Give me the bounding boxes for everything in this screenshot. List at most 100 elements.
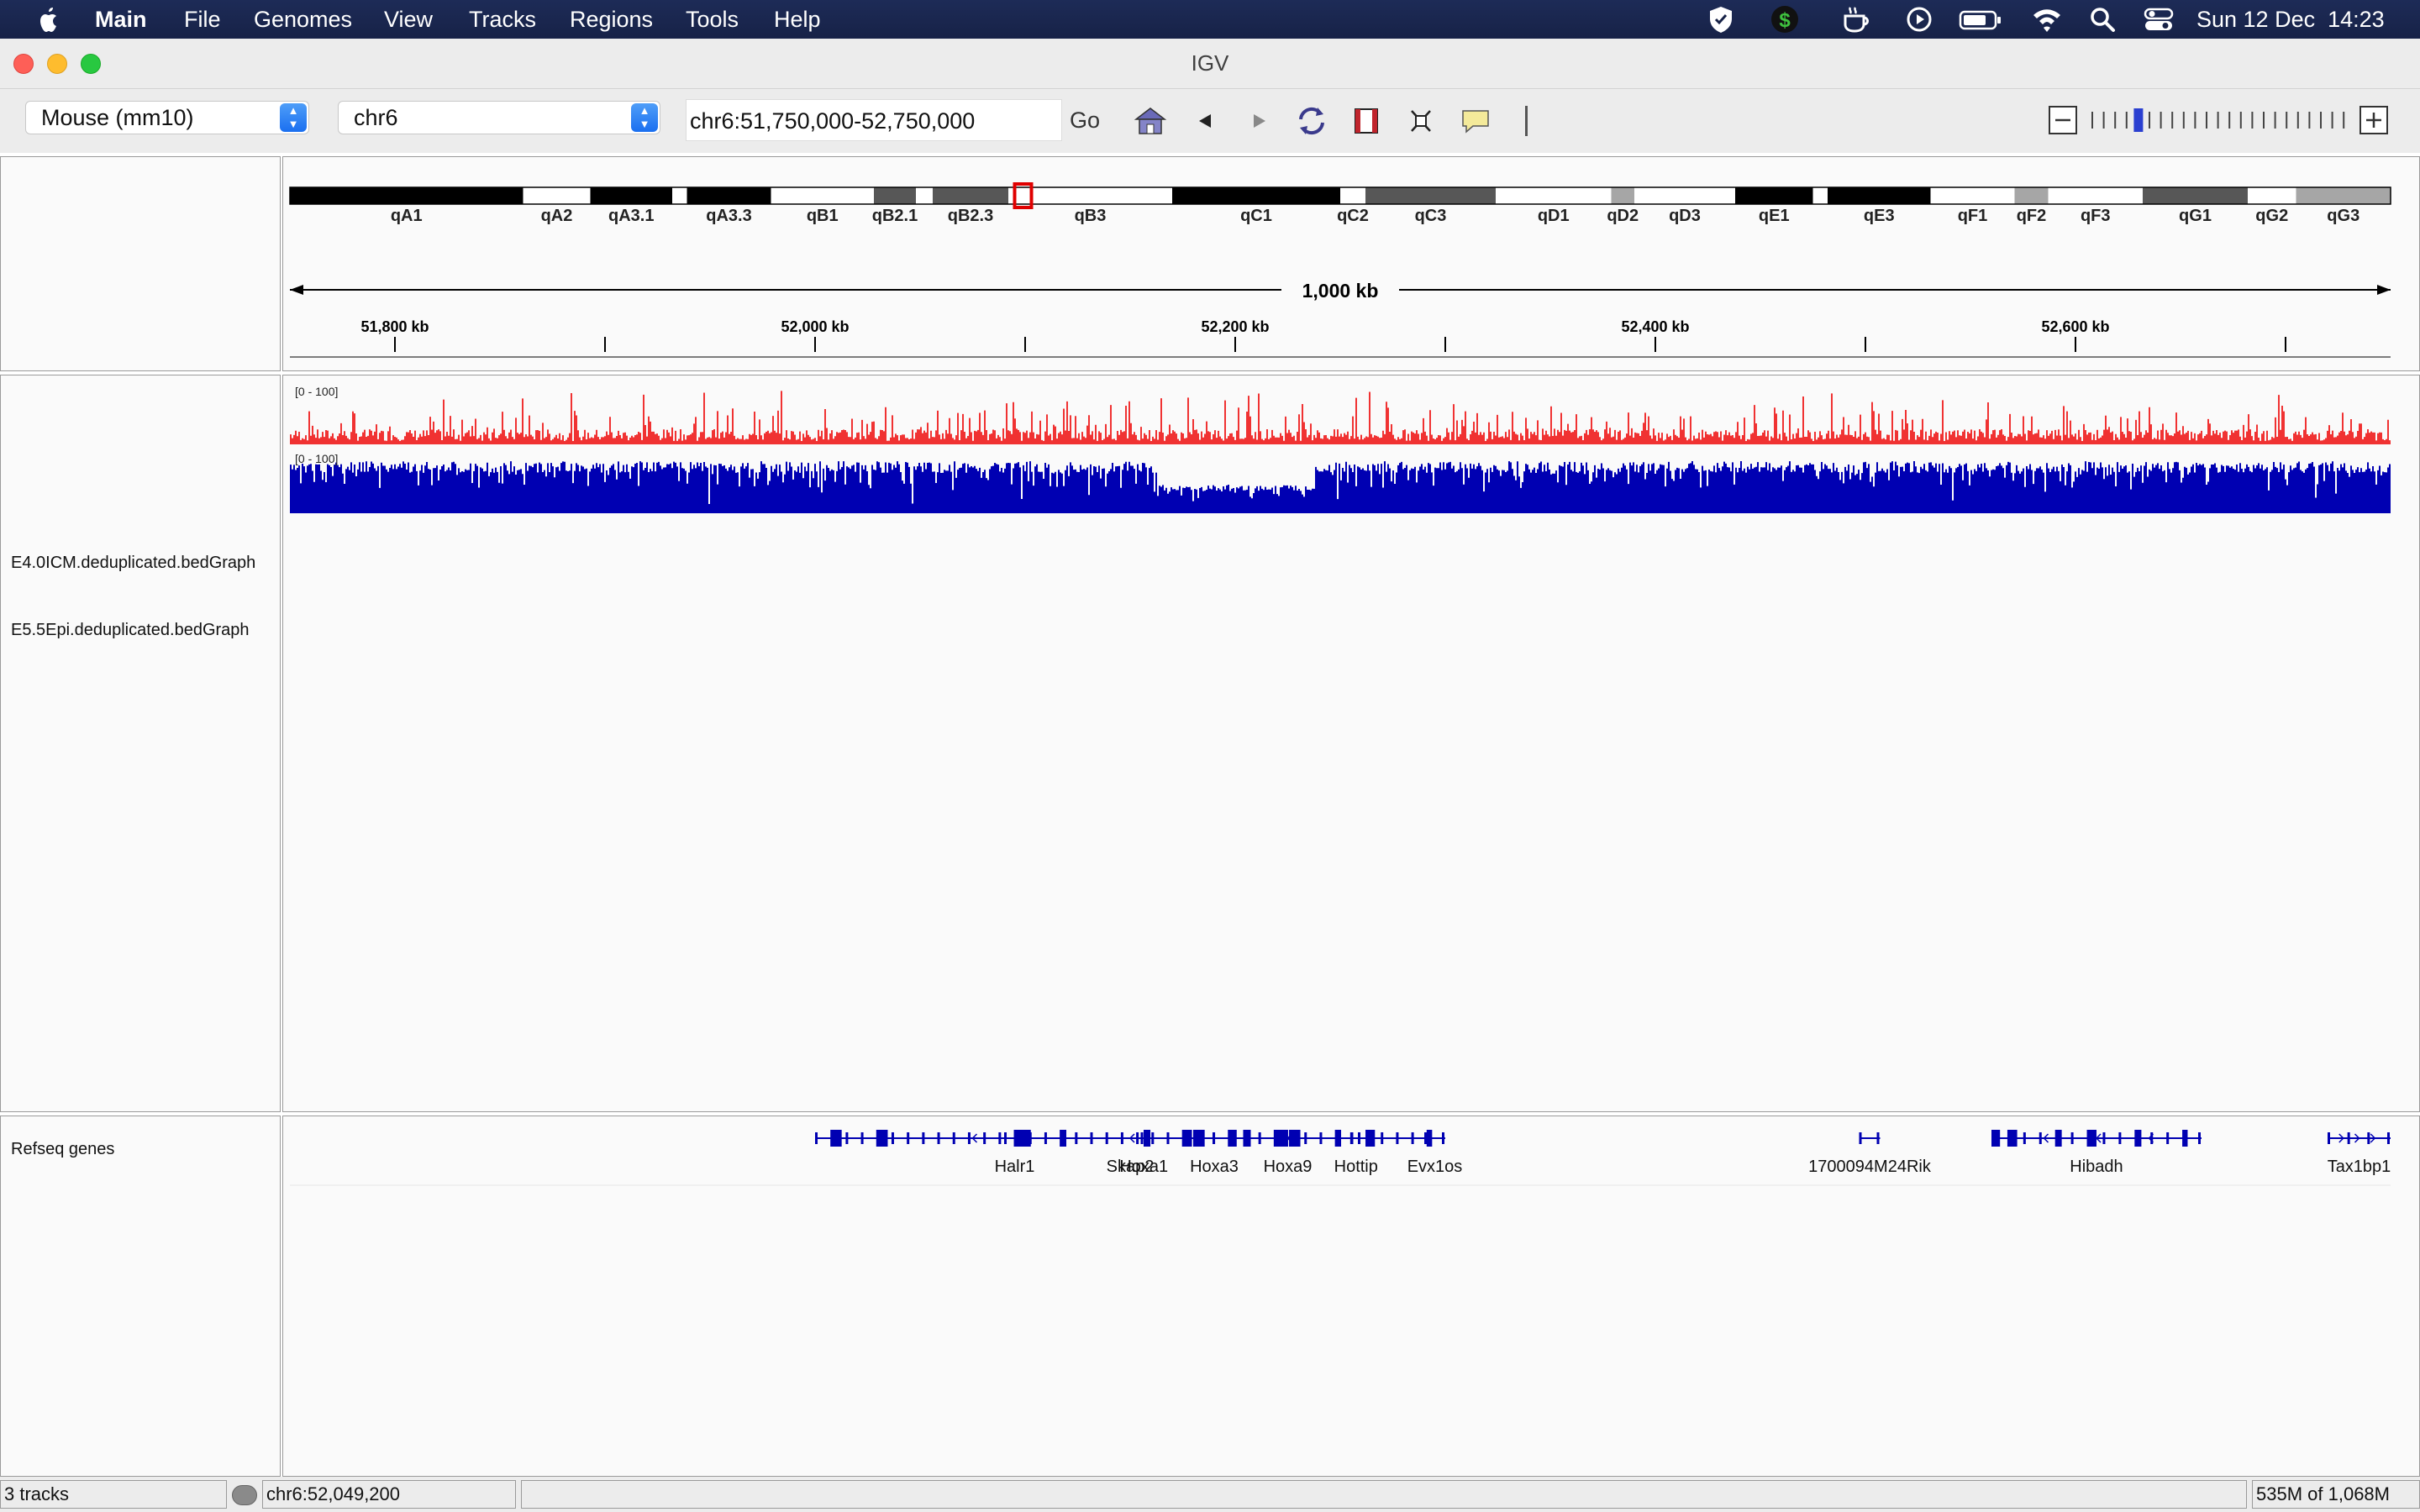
gene-exon [1004, 1132, 1007, 1144]
window-titlebar: IGV [0, 39, 2420, 89]
gene-exon [1365, 1130, 1376, 1147]
cytoband-label: qF1 [1958, 207, 1988, 225]
zoom-slider[interactable] [2087, 106, 2356, 134]
bedgraph-tracks[interactable]: [0 - 100] [0 - 100] [283, 375, 2420, 1113]
back-arrow-icon[interactable] [1187, 104, 1223, 138]
dollar-app-icon[interactable]: $ [1770, 4, 1800, 34]
gene-exon [1859, 1132, 1862, 1144]
gene-exon [1358, 1132, 1360, 1144]
zoom-out-icon[interactable] [2049, 106, 2077, 134]
gene-exon [1396, 1132, 1399, 1144]
ruler-tick-label: 51,800 kb [360, 318, 429, 335]
chromosome-select[interactable]: chr6 ▲ ▼ [338, 101, 660, 134]
cytoband-label: qC2 [1337, 207, 1369, 225]
track-name-refseq[interactable]: Refseq genes [11, 1140, 114, 1159]
gene-label: Halr1 [995, 1158, 1035, 1176]
header-name-panel [0, 156, 281, 371]
cytoband-label: qF3 [2081, 207, 2111, 225]
cytoband-label: qB3 [1075, 207, 1107, 225]
menu-tracks[interactable]: Tracks [469, 7, 536, 32]
refseq-genes-track[interactable]: Skap2Halr1 Hoxa1 Hoxa3 Hoxa9 Hottip Evx1os 170… [283, 1116, 2420, 1478]
coffee-cup-icon[interactable] [1840, 4, 1872, 34]
gene-exon [1319, 1132, 1323, 1144]
cytoband-label: qC1 [1240, 207, 1272, 225]
gene-exon [1151, 1132, 1155, 1144]
zoom-in-icon[interactable] [2360, 106, 2388, 134]
gene-exon [2086, 1130, 2096, 1147]
gene-label: Hoxa9 [1264, 1158, 1313, 1176]
home-icon[interactable] [1133, 104, 1168, 138]
cytoband-label: qB1 [807, 207, 839, 225]
menu-help[interactable]: Help [774, 7, 821, 32]
zoom-slider-thumb[interactable] [2133, 108, 2144, 132]
track-name-icm[interactable]: E4.0ICM.deduplicated.bedGraph [11, 554, 255, 573]
gene-label: Tax1bp1 [2328, 1158, 2391, 1176]
gene-Hoxa1[interactable]: Hoxa1 [1119, 1130, 1168, 1176]
span-arrow-right [2377, 285, 2391, 295]
cytoband-label: qG3 [2327, 207, 2360, 225]
gene-exon [952, 1132, 955, 1144]
cytoband [290, 187, 523, 204]
cytoband [687, 187, 771, 204]
gene-exon [983, 1132, 986, 1144]
bedgraph-track-icm[interactable] [290, 391, 2391, 444]
region-of-interest-icon[interactable] [1349, 104, 1384, 138]
gene-exon [1044, 1132, 1047, 1144]
bedgraph-bars-epi [290, 461, 2391, 513]
gene-exon [2007, 1130, 2018, 1147]
wifi-icon[interactable] [2030, 4, 2064, 34]
cytoband-label: qG2 [2255, 207, 2288, 225]
gene-exon [1166, 1132, 1170, 1144]
data-track-name-panel: E4.0ICM.deduplicated.bedGraph E5.5Epi.de… [0, 375, 281, 1112]
control-center-icon[interactable] [2143, 4, 2175, 34]
gene-exon [860, 1132, 864, 1144]
gene-exon [1442, 1132, 1444, 1144]
gene-exon [830, 1130, 842, 1147]
cytoband-label: qE3 [1864, 207, 1895, 225]
menubar-clock[interactable]: Sun 12 Dec 14:23 [2196, 7, 2385, 32]
popup-info-icon[interactable] [1458, 104, 1493, 138]
genome-select[interactable]: Mouse (mm10) ▲ ▼ [25, 101, 309, 134]
cytoband-label: qB2.3 [948, 207, 993, 225]
bedgraph-track-epi[interactable] [290, 461, 2391, 513]
cytoband [1496, 187, 1612, 204]
gene-Hibadh[interactable]: Hibadh [1991, 1130, 2202, 1176]
menu-regions[interactable]: Regions [570, 7, 653, 32]
play-circle-icon[interactable] [1904, 4, 1934, 34]
track-range-epi: [0 - 100] [295, 452, 338, 465]
gene-exon [1876, 1132, 1880, 1144]
data-track-panel: [0 - 100] [0 - 100] [282, 375, 2420, 1112]
cytoband [1611, 187, 1634, 204]
go-button[interactable]: Go [1065, 99, 1104, 141]
shield-icon[interactable] [1706, 4, 1736, 34]
cytoband [874, 187, 916, 204]
gene-label: Hibadh [2070, 1158, 2123, 1176]
locus-search-input[interactable]: chr6:51,750,000-52,750,000 [686, 99, 1062, 141]
apple-icon[interactable] [37, 6, 60, 33]
gene-1700094M24Rik[interactable]: 1700094M24Rik [1808, 1132, 1932, 1176]
cytoband [1172, 187, 1340, 204]
menu-view[interactable]: View [384, 7, 433, 32]
gene-label: Hoxa1 [1119, 1158, 1168, 1176]
forward-arrow-icon[interactable] [1242, 104, 1277, 138]
refresh-icon[interactable] [1294, 104, 1329, 138]
track-range-icm: [0 - 100] [295, 385, 338, 398]
menu-file[interactable]: File [184, 7, 221, 32]
menu-tools[interactable]: Tools [686, 7, 739, 32]
cytoband-label: qA3.3 [706, 207, 751, 225]
gene-exon [2328, 1132, 2330, 1144]
track-name-epi[interactable]: E5.5Epi.deduplicated.bedGraph [11, 621, 250, 640]
svg-text:$: $ [1779, 9, 1791, 32]
cytoband-label: qA2 [541, 207, 573, 225]
cytoband-label: qG1 [2179, 207, 2212, 225]
fit-to-window-icon[interactable] [1403, 104, 1439, 138]
menu-genomes[interactable]: Genomes [254, 7, 352, 32]
menu-main[interactable]: Main [95, 7, 147, 32]
search-icon[interactable] [2087, 4, 2118, 34]
gene-Tax1bp1[interactable]: Tax1bp1 [2328, 1132, 2391, 1176]
gene-exon [2198, 1132, 2201, 1144]
battery-icon[interactable] [1958, 4, 2003, 34]
ideogram-ruler[interactable]: qA1 qA2 qA3.1 qA3.3 qB1 qB2.1 qB2.3 qB3 qC1 qC2 qC… [283, 157, 2420, 372]
cytoband [1735, 187, 1813, 204]
gene-exon [2182, 1130, 2188, 1147]
